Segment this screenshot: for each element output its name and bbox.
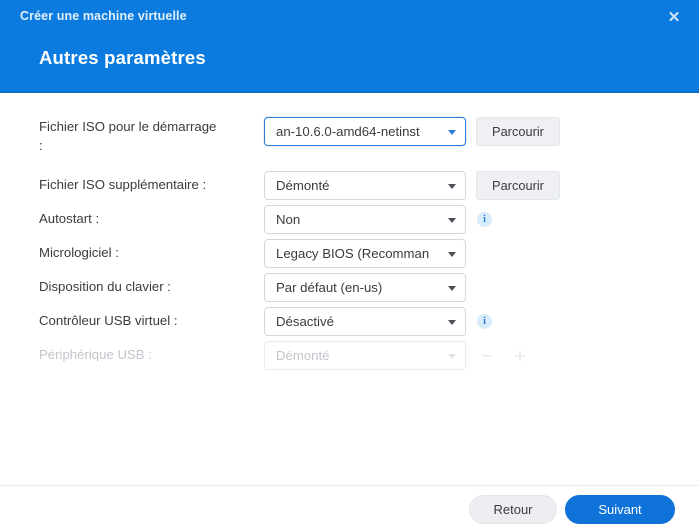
form-body: Fichier ISO pour le démarrage : an-10.6.… (0, 95, 699, 485)
close-icon[interactable]: ✕ (661, 4, 687, 30)
select-boot-iso-value: an-10.6.0-amd64-netinst (276, 124, 420, 139)
select-usb-controller[interactable]: Désactivé (264, 307, 466, 336)
add-usb-device-button: + (514, 345, 526, 367)
chevron-down-icon (448, 354, 456, 359)
form-row-usb-controller: Contrôleur USB virtuel : Désactivé i (0, 307, 699, 337)
select-autostart[interactable]: Non (264, 205, 466, 234)
label-boot-iso-line1: Fichier ISO pour le démarrage (39, 119, 217, 134)
label-autostart: Autostart : (39, 211, 100, 226)
form-row-boot-iso: Fichier ISO pour le démarrage : an-10.6.… (0, 117, 699, 153)
form-row-usb-device: Périphérique USB : Démonté − + (0, 341, 699, 371)
select-boot-iso[interactable]: an-10.6.0-amd64-netinst (264, 117, 466, 146)
chevron-down-icon (448, 184, 456, 189)
info-icon-autostart[interactable]: i (477, 212, 492, 227)
back-button[interactable]: Retour (469, 495, 557, 524)
page-title: Autres paramètres (39, 47, 206, 68)
next-button[interactable]: Suivant (565, 495, 675, 524)
info-icon-usb-controller[interactable]: i (477, 314, 492, 329)
select-autostart-value: Non (276, 212, 301, 227)
browse-extra-iso-button[interactable]: Parcourir (476, 171, 560, 200)
select-extra-iso-value: Démonté (276, 178, 330, 193)
form-row-extra-iso: Fichier ISO supplémentaire : Démonté Par… (0, 171, 699, 201)
form-row-autostart: Autostart : Non i (0, 205, 699, 235)
label-usb-device: Périphérique USB : (39, 347, 152, 362)
select-usb-device: Démonté (264, 341, 466, 370)
dialog-header: Créer une machine virtuelle ✕ Autres par… (0, 0, 699, 93)
chevron-down-icon (448, 218, 456, 223)
label-usb-controller: Contrôleur USB virtuel : (39, 313, 178, 328)
dialog-footer: Retour Suivant (0, 485, 699, 532)
label-keyboard-layout: Disposition du clavier : (39, 279, 171, 294)
chevron-down-icon (448, 286, 456, 291)
remove-usb-device-button: − (481, 345, 493, 367)
chevron-down-icon (448, 320, 456, 325)
select-usb-device-value: Démonté (276, 348, 330, 363)
label-extra-iso: Fichier ISO supplémentaire : (39, 177, 207, 192)
select-usb-controller-value: Désactivé (276, 314, 334, 329)
title-bar: Créer une machine virtuelle ✕ (0, 0, 699, 34)
select-firmware[interactable]: Legacy BIOS (Recomman (264, 239, 466, 268)
select-keyboard-layout[interactable]: Par défaut (en-us) (264, 273, 466, 302)
select-keyboard-layout-value: Par défaut (en-us) (276, 280, 383, 295)
label-boot-iso: Fichier ISO pour le démarrage : (39, 117, 254, 155)
window-title: Créer une machine virtuelle (20, 9, 187, 23)
select-firmware-value: Legacy BIOS (Recomman (276, 246, 430, 261)
label-boot-iso-line2: : (39, 138, 43, 153)
label-firmware: Micrologiciel : (39, 245, 119, 260)
select-extra-iso[interactable]: Démonté (264, 171, 466, 200)
browse-boot-iso-button[interactable]: Parcourir (476, 117, 560, 146)
chevron-down-icon (448, 252, 456, 257)
form-row-keyboard-layout: Disposition du clavier : Par défaut (en-… (0, 273, 699, 303)
form-row-firmware: Micrologiciel : Legacy BIOS (Recomman (0, 239, 699, 269)
chevron-down-icon (448, 130, 456, 135)
